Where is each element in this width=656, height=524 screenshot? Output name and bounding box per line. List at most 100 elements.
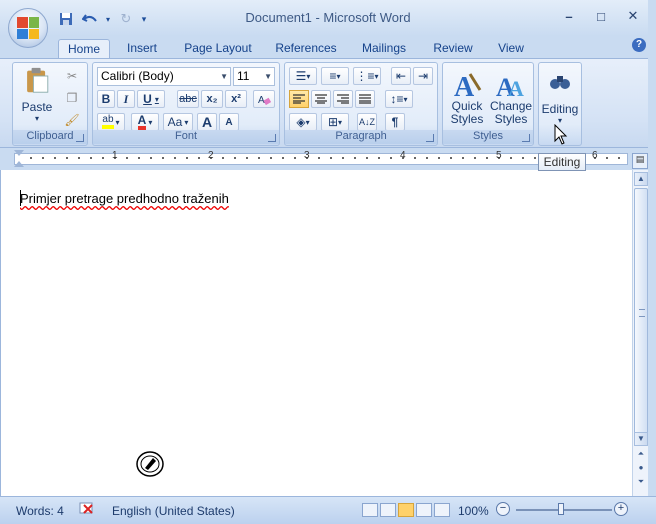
help-icon[interactable]: ?	[632, 38, 646, 52]
ruler-tick	[198, 157, 200, 159]
editing-button[interactable]: Editing ▾	[541, 65, 579, 131]
font-name-combo[interactable]: Calibri (Body) ▼	[97, 67, 231, 86]
ruler-number: 5	[496, 150, 502, 161]
subscript-button[interactable]: x₂	[201, 90, 223, 108]
ruler-tick	[66, 157, 68, 159]
document-paragraph[interactable]: Primjer pretrage predhodno traženih	[20, 191, 229, 206]
format-painter-icon[interactable]: 🖌	[63, 111, 81, 129]
paragraph-group-label: Paragraph	[285, 130, 437, 144]
styles-group-label: Styles	[443, 130, 533, 144]
styles-launcher-icon[interactable]	[522, 134, 530, 142]
line-spacing-icon[interactable]: ↕≡ ▾	[385, 90, 413, 108]
change-styles-icon: AA	[496, 73, 524, 100]
zoom-slider-thumb[interactable]	[558, 503, 564, 515]
strikethrough-button[interactable]: abc	[177, 90, 199, 108]
decrease-indent-icon[interactable]: ⇤	[391, 67, 411, 85]
quick-styles-icon: A	[454, 72, 482, 100]
scroll-up-icon[interactable]: ▲	[634, 172, 648, 186]
cut-icon[interactable]: ✂	[63, 67, 81, 85]
tab-review[interactable]: Review	[426, 39, 480, 59]
office-button[interactable]	[8, 8, 48, 48]
ruler-tick	[486, 157, 488, 159]
zoom-out-icon[interactable]: −	[496, 502, 510, 516]
bullets-icon[interactable]: ☰ ▾	[289, 67, 317, 85]
align-left-icon[interactable]	[289, 90, 309, 108]
multilevel-list-icon[interactable]: ⋮≡ ▾	[353, 67, 381, 85]
indent-marker-icon[interactable]	[14, 150, 24, 156]
next-page-icon[interactable]: ⏷	[634, 476, 648, 490]
tab-mailings[interactable]: Mailings	[354, 39, 414, 59]
increase-indent-icon[interactable]: ⇥	[413, 67, 433, 85]
tab-insert[interactable]: Insert	[116, 39, 168, 59]
ruler-tick	[90, 157, 92, 159]
ruler-tick	[510, 157, 512, 159]
ruler-tick	[270, 157, 272, 159]
busy-cursor-icon	[135, 450, 165, 481]
ruler-tick	[426, 157, 428, 159]
shading-icon[interactable]: ◈ ▾	[289, 113, 317, 131]
ruler-tick	[294, 157, 296, 159]
ruler-tick	[126, 157, 128, 159]
numbering-icon[interactable]: ≡ ▾	[321, 67, 349, 85]
tab-page-layout[interactable]: Page Layout	[178, 39, 258, 59]
draft-icon[interactable]	[434, 503, 450, 517]
copy-icon[interactable]: ❐	[63, 89, 81, 107]
scroll-down-icon[interactable]: ▼	[634, 432, 648, 446]
view-ruler-icon[interactable]: ▤	[632, 153, 648, 169]
justify-icon[interactable]	[355, 90, 375, 108]
font-launcher-icon[interactable]	[268, 134, 276, 142]
word-count[interactable]: Words: 4	[16, 504, 64, 518]
select-browse-object-icon[interactable]: ●	[634, 462, 648, 476]
document-text[interactable]: Primjer pretrage predhodno traženih	[20, 191, 229, 206]
shrink-font-button[interactable]: A	[219, 113, 239, 131]
language-indicator[interactable]: English (United States)	[112, 504, 235, 518]
indent-marker-icon[interactable]	[14, 161, 24, 167]
tab-home[interactable]: Home	[58, 39, 110, 59]
ruler-tick	[42, 157, 44, 159]
outline-icon[interactable]	[416, 503, 432, 517]
underline-button[interactable]: U ▾	[137, 90, 165, 108]
sort-icon[interactable]: A↓Z	[357, 113, 377, 131]
ruler-number: 6	[592, 150, 598, 161]
maximize-icon[interactable]: □	[592, 8, 610, 24]
proofing-icon[interactable]	[78, 501, 98, 520]
web-layout-icon[interactable]	[398, 503, 414, 517]
align-center-icon[interactable]	[311, 90, 331, 108]
document-page[interactable]: Primjer pretrage predhodno traženih	[0, 170, 632, 496]
previous-page-icon[interactable]: ⏶	[634, 448, 648, 462]
quick-styles-button[interactable]: A Quick Styles	[445, 65, 489, 131]
vertical-scrollbar[interactable]: ▲ ▼ ⏶ ● ⏷	[632, 170, 648, 496]
grow-font-button[interactable]: A	[197, 113, 217, 131]
full-screen-reading-icon[interactable]	[380, 503, 396, 517]
ruler-tick	[102, 157, 104, 159]
ruler-tick	[318, 157, 320, 159]
zoom-slider-track[interactable]	[516, 509, 612, 511]
ruler-tick	[618, 157, 620, 159]
show-hide-button[interactable]: ¶	[385, 113, 405, 131]
paste-button[interactable]: Paste ▾	[17, 67, 57, 123]
close-icon[interactable]: ✕	[624, 8, 642, 24]
clipboard-launcher-icon[interactable]	[76, 134, 84, 142]
zoom-in-icon[interactable]: +	[614, 502, 628, 516]
tab-view[interactable]: View	[490, 39, 532, 59]
scroll-thumb[interactable]	[634, 188, 648, 436]
bold-button[interactable]: B	[97, 90, 115, 108]
tab-references[interactable]: References	[268, 39, 344, 59]
borders-icon[interactable]: ⊞ ▾	[321, 113, 349, 131]
align-right-icon[interactable]	[333, 90, 353, 108]
change-case-button[interactable]: Aa ▾	[163, 113, 193, 131]
ruler-number: 2	[208, 150, 214, 161]
print-layout-icon[interactable]	[362, 503, 378, 517]
superscript-button[interactable]: x²	[225, 90, 247, 108]
zoom-level[interactable]: 100%	[458, 504, 489, 518]
paragraph-launcher-icon[interactable]	[426, 134, 434, 142]
font-color-button[interactable]: A ▾	[131, 113, 159, 131]
clear-formatting-icon[interactable]: A	[253, 90, 275, 108]
font-size-combo[interactable]: 11 ▼	[233, 67, 275, 86]
ruler-tick	[186, 157, 188, 159]
highlight-button[interactable]: ab ▾	[97, 113, 125, 131]
italic-button[interactable]: I	[117, 90, 135, 108]
ribbon-tabs: Home Insert Page Layout References Maili…	[0, 36, 656, 59]
minimize-icon[interactable]: –	[560, 8, 578, 24]
change-styles-button[interactable]: AA Change Styles	[489, 65, 533, 131]
